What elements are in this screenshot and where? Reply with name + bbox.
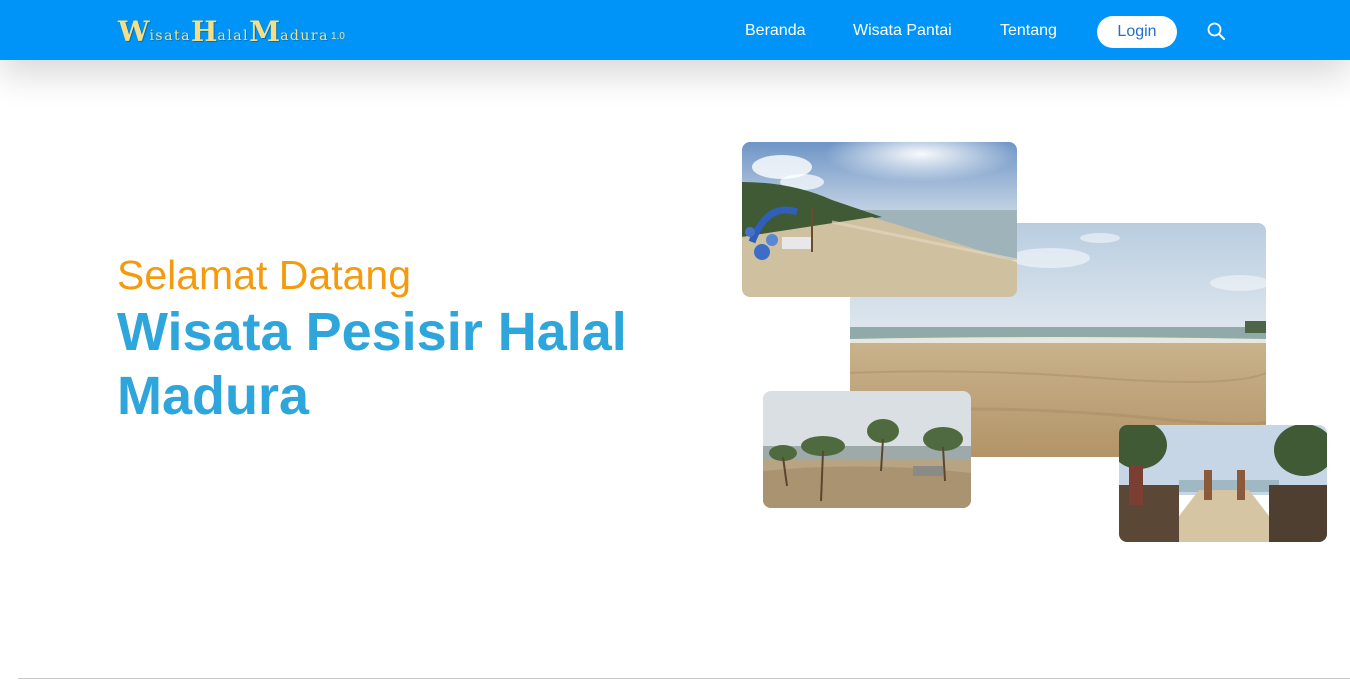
welcome-heading: Selamat Datang (117, 252, 412, 298)
nav-link-beranda[interactable]: Beranda (745, 21, 806, 41)
brand-text-isata: isata (149, 28, 191, 44)
brand-version: 1.0 (330, 31, 345, 42)
navbar: W isata H alal M adura 1.0 Beranda Wisat… (0, 0, 1350, 60)
brand-letter-h: H (190, 15, 218, 48)
page: W isata H alal M adura 1.0 Beranda Wisat… (0, 0, 1350, 681)
brand-text-alal: alal (217, 28, 250, 44)
bottom-divider (18, 678, 1350, 679)
beach-photo (742, 142, 1017, 297)
nav-link-wisata-pantai[interactable]: Wisata Pantai (853, 21, 952, 41)
brand-logo[interactable]: W isata H alal M adura 1.0 (118, 14, 345, 46)
brand-letter-m: M (249, 15, 281, 48)
login-button[interactable]: Login (1097, 16, 1177, 48)
beach-gate-photo (1119, 425, 1327, 542)
brand-letter-w: W (118, 15, 150, 48)
hero-title: Wisata Pesisir Halal Madura (117, 302, 627, 426)
brand-text-adura: adura (280, 28, 329, 44)
nav-link-tentang[interactable]: Tentang (1000, 21, 1057, 41)
search-icon[interactable] (1206, 21, 1226, 41)
coastal-trees-photo (763, 391, 971, 508)
